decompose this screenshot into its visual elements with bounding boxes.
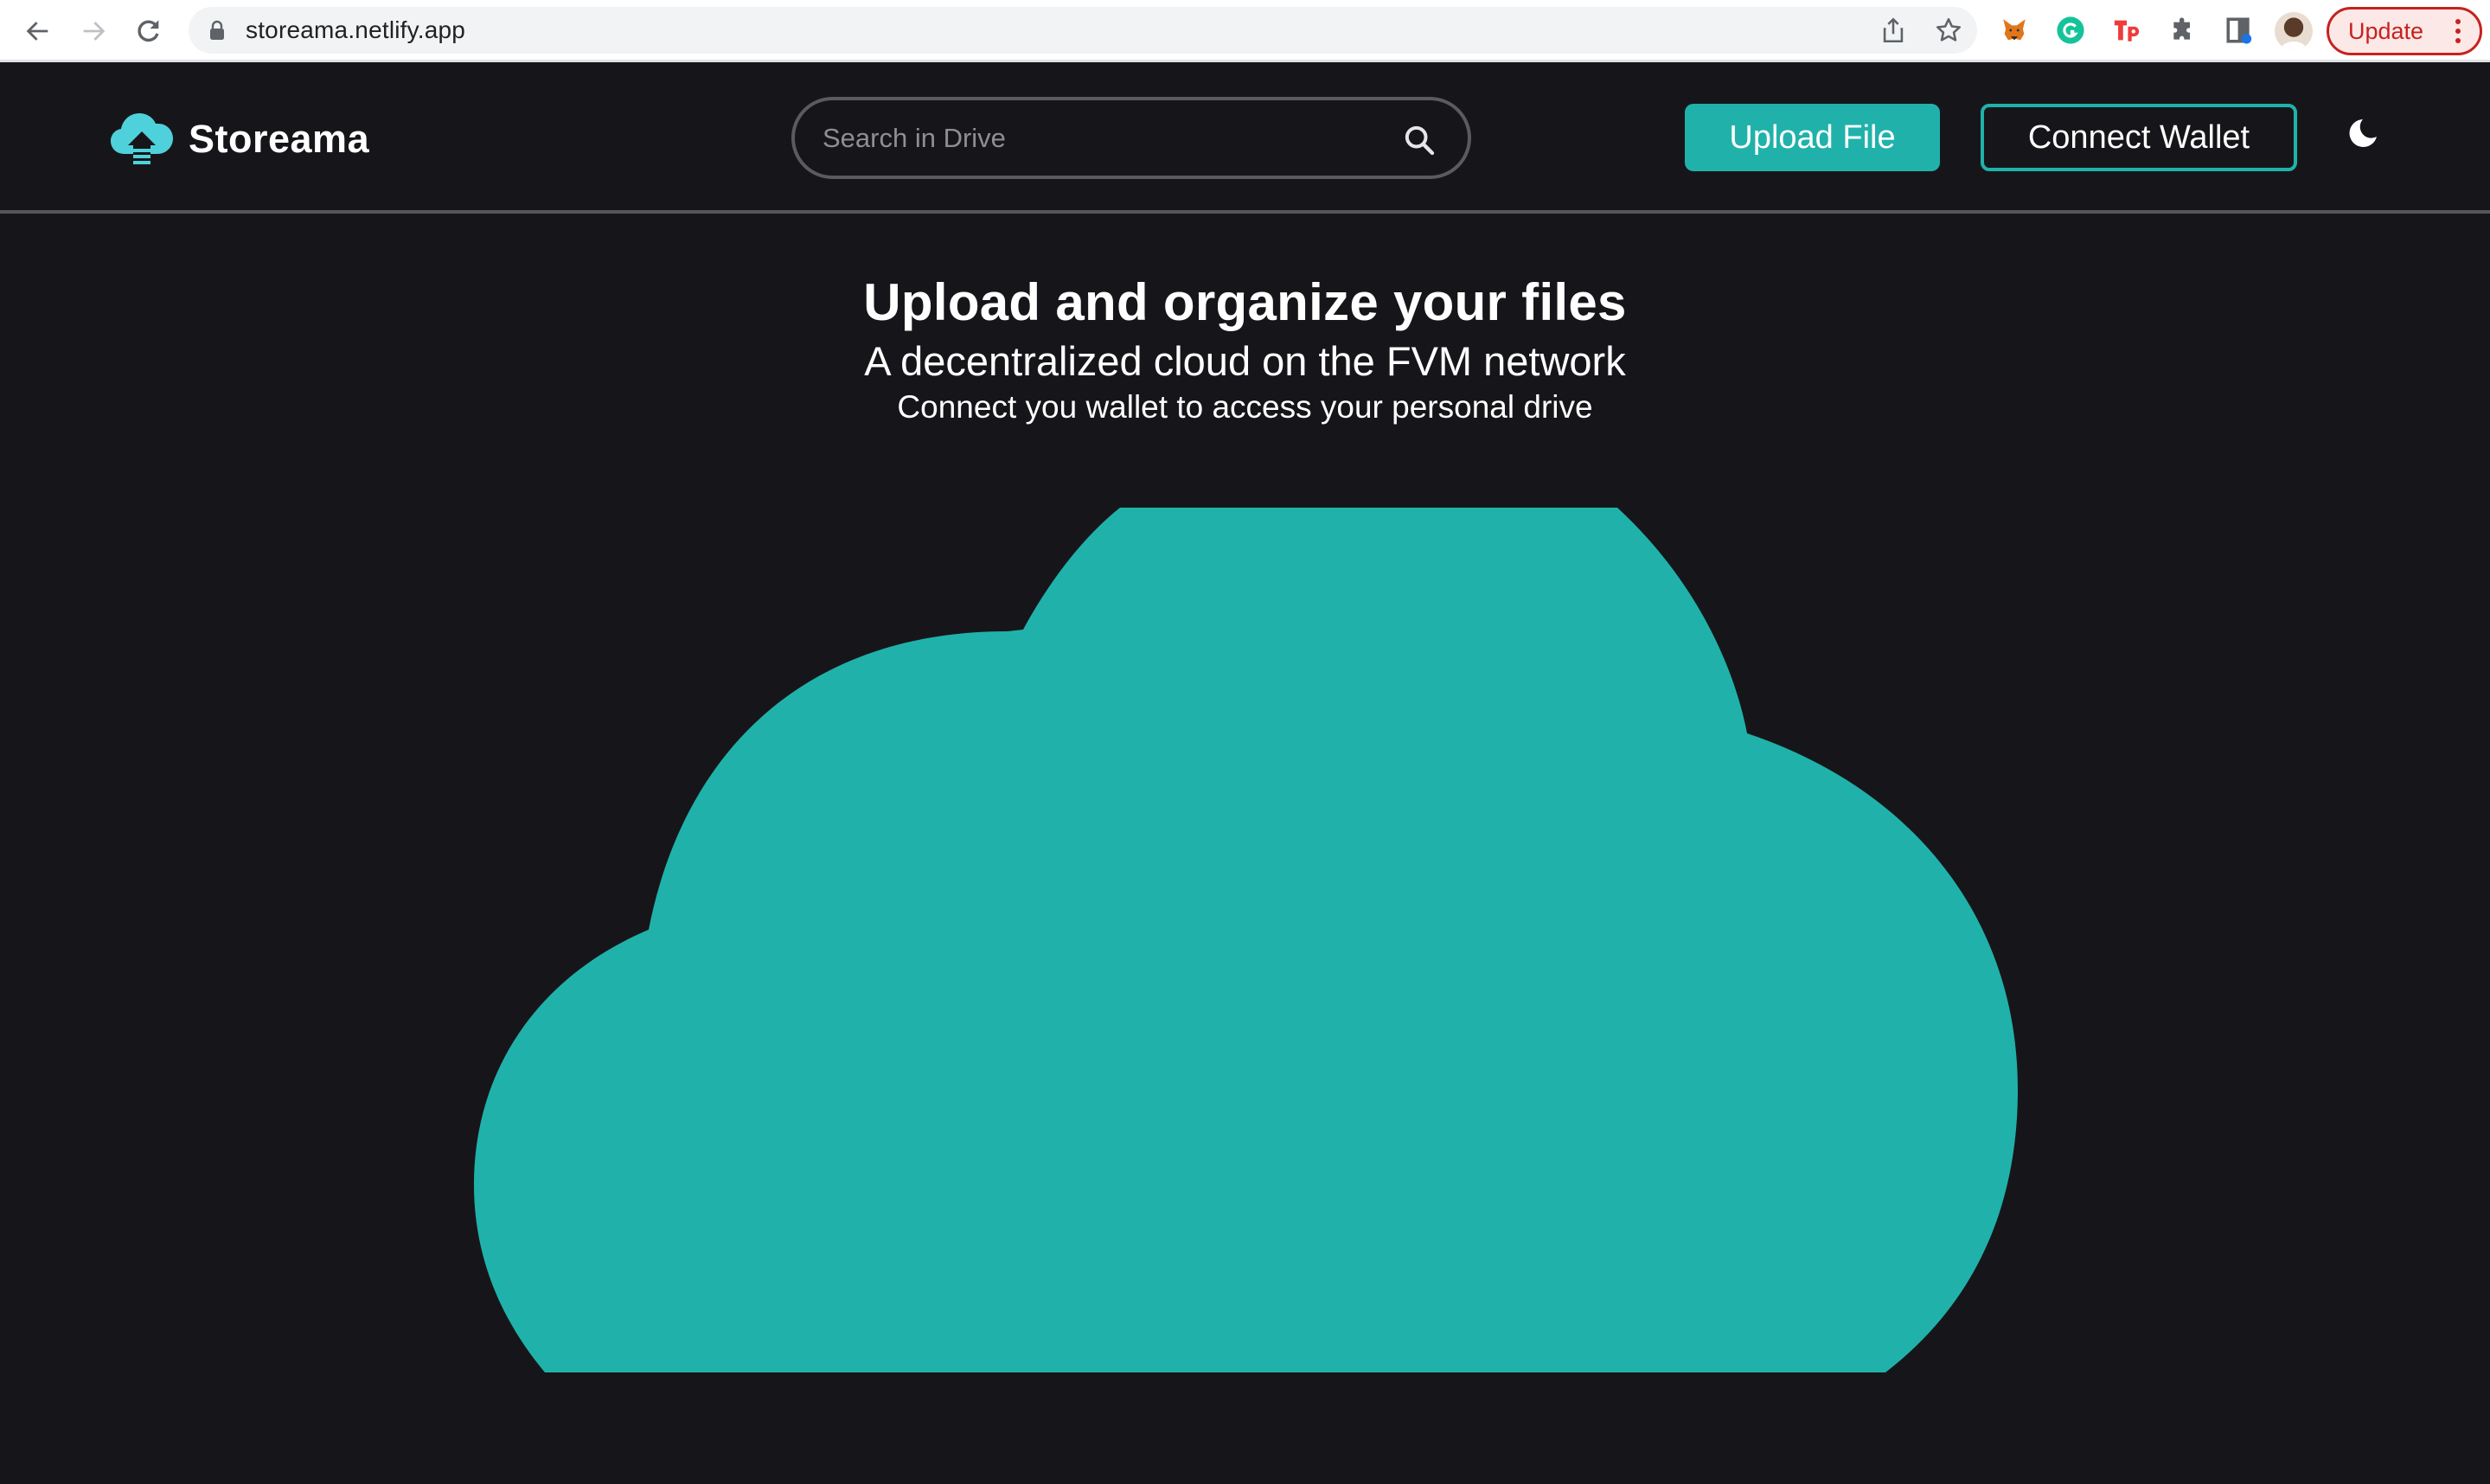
- cloud-shape: [474, 508, 2018, 1372]
- reload-button[interactable]: [130, 12, 168, 50]
- search-box[interactable]: [791, 97, 1471, 179]
- cloud-illustration: [474, 508, 2018, 1372]
- forward-button[interactable]: [74, 12, 112, 50]
- logo[interactable]: Storeama: [109, 111, 369, 168]
- connect-wallet-button[interactable]: Connect Wallet: [1981, 104, 2297, 171]
- hero-caption: Connect you wallet to access your person…: [897, 389, 1593, 425]
- sidepanel-icon[interactable]: [2223, 14, 2256, 47]
- update-label: Update: [2348, 17, 2424, 44]
- brand-name: Storeama: [189, 117, 370, 161]
- hero-subtitle: A decentralized cloud on the FVM network: [864, 338, 1626, 384]
- cloud-upload-icon: [111, 113, 173, 164]
- arrow-left-icon: [26, 22, 48, 41]
- hero-title: Upload and organize your files: [863, 273, 1627, 331]
- puzzle-extensions-icon[interactable]: [2167, 14, 2199, 47]
- lock-icon: [210, 20, 224, 40]
- url-text[interactable]: storeama.netlify.app: [246, 16, 465, 44]
- tp-icon[interactable]: [2110, 14, 2143, 47]
- moon-icon[interactable]: [2340, 116, 2378, 154]
- upload-file-button[interactable]: Upload File: [1685, 104, 1940, 171]
- arrow-right-icon: [83, 22, 106, 41]
- grammarly-icon[interactable]: [2054, 14, 2087, 47]
- metamask-fox-icon[interactable]: [1998, 14, 2031, 47]
- search-input[interactable]: [823, 118, 1376, 159]
- profile-avatar[interactable]: [2275, 12, 2313, 50]
- search-icon[interactable]: [1402, 123, 1437, 157]
- hero-section: Upload and organize your files A decentr…: [0, 268, 2490, 429]
- browser-toolbar: storeama.netlify.app Update: [0, 0, 2490, 62]
- kebab-menu-icon[interactable]: [2455, 19, 2461, 43]
- address-bar[interactable]: storeama.netlify.app: [189, 7, 1977, 54]
- reload-icon: [138, 20, 159, 42]
- update-button[interactable]: Update: [2327, 7, 2482, 55]
- star-icon[interactable]: [1934, 16, 1963, 45]
- share-icon[interactable]: [1879, 16, 1908, 45]
- back-button[interactable]: [19, 12, 57, 50]
- app-header: Storeama Upload File Connect Wallet: [0, 62, 2490, 214]
